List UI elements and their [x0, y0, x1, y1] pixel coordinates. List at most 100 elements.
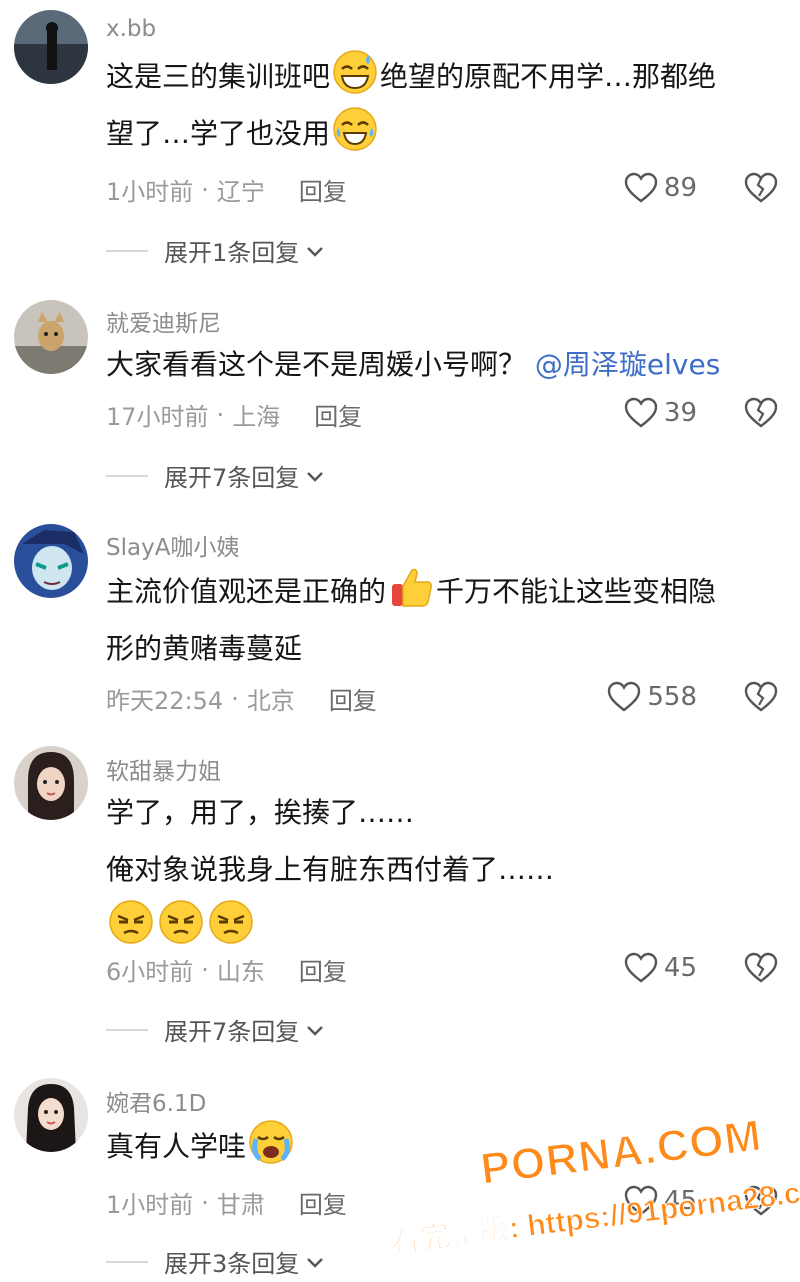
avatar[interactable]	[14, 1078, 88, 1152]
separator: ·	[201, 955, 209, 984]
divider	[106, 1260, 148, 1263]
divider	[106, 1028, 148, 1031]
expand-replies-label: 展开7条回复	[164, 464, 300, 492]
comment-text: 真有人学哇	[106, 1118, 778, 1175]
annoyed-face-emoji-icon	[208, 899, 254, 945]
grinning-sweat-emoji-icon	[332, 49, 378, 95]
like-button[interactable]: 558	[607, 681, 697, 713]
expand-replies-button[interactable]: 展开7条回复	[106, 1012, 325, 1047]
dislike-button[interactable]	[744, 681, 778, 713]
like-button[interactable]: 89	[624, 172, 697, 204]
annoyed-face-emoji-icon	[158, 899, 204, 945]
location: 上海	[232, 403, 281, 431]
comment-text-segment: 绝望的原配不用学…那都绝	[380, 60, 717, 93]
comment-meta: 1小时前 · 辽宁 回复	[106, 172, 347, 207]
location: 甘肃	[216, 1191, 265, 1219]
separator: ·	[231, 684, 239, 713]
dislike-button[interactable]	[744, 172, 778, 204]
like-count: 558	[647, 682, 697, 712]
comment-text-segment: 形的黄赌毒蔓延	[106, 632, 303, 665]
mention-link[interactable]: @周泽璇elves	[535, 348, 720, 381]
expand-replies-label: 展开7条回复	[164, 1018, 300, 1046]
timestamp: 1小时前	[106, 1191, 194, 1219]
comment-meta: 17小时前 · 上海 回复	[106, 397, 362, 432]
comment-text-segment: 这是三的集训班吧	[106, 60, 331, 93]
reply-button[interactable]: 回复	[299, 1185, 347, 1220]
username[interactable]: SlayA咖小姨	[106, 528, 239, 562]
timestamp: 6小时前	[106, 958, 194, 986]
like-count: 45	[663, 1186, 697, 1216]
heart-outline-icon	[608, 681, 641, 712]
heart-outline-icon	[624, 952, 658, 983]
crying-laughing-emoji-icon	[332, 106, 378, 152]
like-count: 39	[663, 398, 697, 428]
timestamp: 1小时前	[106, 178, 194, 206]
username[interactable]: 就爱迪斯尼	[106, 304, 221, 338]
comment-text-line: 学了，用了，挨揍了……	[106, 796, 415, 829]
broken-heart-icon	[744, 1185, 778, 1216]
comment-text-segment: 真有人学哇	[106, 1130, 247, 1163]
dislike-button[interactable]	[744, 397, 778, 429]
username[interactable]: 软甜暴力姐	[106, 752, 221, 786]
broken-heart-icon	[744, 172, 778, 203]
watermark-url: 看完整版: https://91porna28.com	[388, 1171, 800, 1261]
expand-replies-label: 展开3条回复	[164, 1250, 300, 1278]
like-button[interactable]: 39	[624, 397, 697, 429]
reply-button[interactable]: 回复	[299, 952, 347, 987]
timestamp: 17小时前	[106, 403, 209, 431]
annoyed-face-emoji-icon	[108, 899, 154, 945]
expand-replies-button[interactable]: 展开7条回复	[106, 458, 325, 493]
avatar[interactable]	[14, 746, 88, 820]
comment-text: 这是三的集训班吧 绝望的原配不用学…那都绝 望了…学了也没用	[106, 48, 778, 162]
avatar[interactable]	[14, 300, 88, 374]
like-count: 45	[663, 953, 697, 983]
chevron-down-icon	[307, 1257, 324, 1268]
comment-text-segment: 千万不能让这些变相隐	[436, 575, 717, 608]
like-count: 89	[663, 173, 697, 203]
comment-text-segment: 主流价值观还是正确的	[106, 575, 387, 608]
reply-button[interactable]: 回复	[329, 681, 377, 716]
heart-outline-icon	[624, 172, 658, 203]
comment-text-segment: 望了…学了也没用	[106, 117, 331, 150]
like-button[interactable]: 45	[624, 1185, 697, 1217]
separator: ·	[201, 175, 209, 204]
separator: ·	[216, 400, 225, 429]
dislike-button[interactable]	[744, 1185, 778, 1217]
avatar[interactable]	[14, 10, 88, 84]
expand-replies-button[interactable]: 展开3条回复	[106, 1244, 325, 1279]
comment-meta: 昨天22:54 · 北京 回复	[106, 681, 377, 716]
chevron-down-icon	[307, 1025, 324, 1036]
heart-outline-icon	[624, 397, 658, 428]
divider	[106, 249, 148, 252]
comment-text: 主流价值观还是正确的 千万不能让这些变相隐 形的黄赌毒蔓延	[106, 563, 778, 677]
divider	[106, 474, 148, 477]
username[interactable]: x.bb	[106, 16, 156, 42]
broken-heart-icon	[744, 681, 778, 712]
broken-heart-icon	[744, 952, 778, 983]
comment-text: 学了，用了，挨揍了…… 俺对象说我身上有脏东西付着了……	[106, 784, 778, 955]
username[interactable]: 婉君6.1D	[106, 1084, 206, 1118]
location: 辽宁	[216, 178, 265, 206]
location: 北京	[246, 687, 295, 715]
crying-emoji-icon	[248, 1119, 294, 1165]
dislike-button[interactable]	[744, 952, 778, 984]
heart-outline-icon	[624, 1185, 658, 1216]
broken-heart-icon	[744, 397, 778, 428]
comment-text-segment: 大家看看这个是不是周媛小号啊？	[106, 348, 527, 381]
location: 山东	[216, 958, 265, 986]
comment-text: 大家看看这个是不是周媛小号啊？ @周泽璇elves	[106, 336, 778, 393]
separator: ·	[201, 1188, 209, 1217]
expand-replies-label: 展开1条回复	[164, 239, 300, 267]
thumbs-up-emoji-icon	[388, 564, 434, 610]
like-button[interactable]: 45	[624, 952, 697, 984]
comment-meta: 1小时前 · 甘肃 回复	[106, 1185, 347, 1220]
comment-meta: 6小时前 · 山东 回复	[106, 952, 347, 987]
avatar[interactable]	[14, 524, 88, 598]
reply-button[interactable]: 回复	[299, 172, 347, 207]
reply-button[interactable]: 回复	[314, 397, 362, 432]
timestamp: 昨天22:54	[106, 687, 224, 715]
comment-text-line: 俺对象说我身上有脏东西付着了……	[106, 853, 555, 886]
expand-replies-button[interactable]: 展开1条回复	[106, 233, 325, 268]
chevron-down-icon	[307, 471, 324, 482]
chevron-down-icon	[307, 246, 324, 257]
